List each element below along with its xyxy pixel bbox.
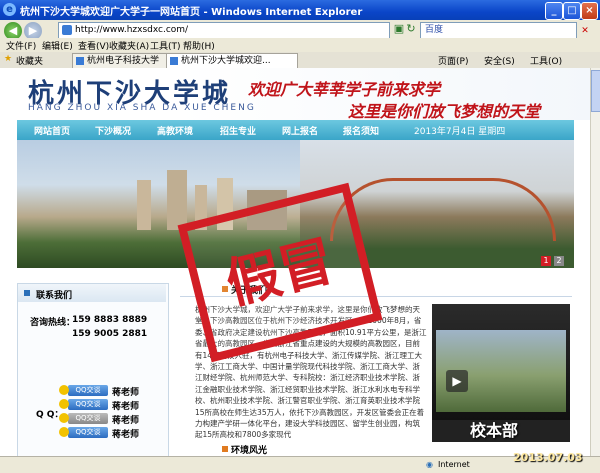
tab-page-icon (76, 57, 84, 65)
slogan-line-2: 这里是你们放飞梦想的天堂 (348, 102, 541, 121)
teacher-name: 蒋老师 (112, 430, 140, 440)
nav-notice[interactable]: 报名须知 (343, 124, 379, 137)
search-placeholder: 百度 (425, 25, 444, 35)
slide-page-1[interactable]: 1 (541, 256, 551, 266)
qq-badge-label: QQ交谈 (75, 386, 101, 394)
vertical-scrollbar[interactable] (590, 68, 600, 456)
favorites-star-icon: ★ (4, 54, 13, 64)
menu-bar: 文件(F) 编辑(E) 查看(V) 收藏夹(A) 工具(T) 帮助(H) (0, 38, 600, 52)
page-icon (62, 25, 72, 35)
search-input[interactable]: 百度 (420, 22, 577, 39)
qq-chat-button[interactable]: QQ交谈 (59, 399, 108, 410)
nav-overview[interactable]: 下沙概况 (95, 124, 131, 137)
menu-help[interactable]: 帮助(H) (183, 39, 215, 52)
ie-logo-icon: e (3, 3, 16, 16)
qq-badge-label: QQ交谈 (75, 428, 101, 436)
tab-current[interactable]: 杭州下沙大学城欢迎... (166, 53, 298, 68)
menu-view[interactable]: 查看(V) (78, 39, 109, 52)
menu-edit[interactable]: 编辑(E) (42, 39, 73, 52)
qq-badge-label: QQ交谈 (75, 414, 101, 422)
building (167, 170, 187, 230)
tab-label: 杭州下沙大学城欢迎... (181, 56, 271, 66)
menu-file[interactable]: 文件(F) (6, 39, 36, 52)
favorites-bar: ★ 收藏夹 杭州电子科技大学 杭州下沙大学城欢迎... 页面(P) 安全(S) … (0, 52, 600, 69)
play-icon[interactable]: ▶ (446, 370, 468, 392)
stop-icon[interactable]: ✕ (578, 24, 592, 38)
slide-page-2[interactable]: 2 (554, 256, 564, 266)
teacher-name: 蒋老师 (112, 402, 140, 412)
minimize-button[interactable]: _ (545, 2, 563, 20)
url-text: http://www.hzxsdxc.com/ (75, 25, 189, 35)
address-bar[interactable]: http://www.hzxsdxc.com/ (58, 22, 390, 39)
nav-date: 2013年7月4日 星期四 (414, 127, 506, 137)
qq-penguin-icon (59, 385, 69, 395)
page-menu[interactable]: 页面(P) (438, 54, 468, 67)
refresh-icon[interactable]: ↻ (404, 22, 418, 36)
menu-tools[interactable]: 工具(T) (150, 39, 181, 52)
window-title: 杭州下沙大学城欢迎广大学子一网站首页 - Windows Internet Ex… (20, 7, 363, 18)
scrollbar-thumb[interactable] (591, 70, 600, 112)
bullet-icon (24, 290, 30, 296)
campus-label: 校本部 (470, 421, 519, 440)
qq-chat-button[interactable]: QQ交谈 (59, 427, 108, 438)
phone-1: 159 8883 8889 (72, 315, 148, 325)
tools-menu[interactable]: 工具(O) (530, 54, 562, 67)
title-bar: e 杭州下沙大学城欢迎广大学子一网站首页 - Windows Internet … (0, 0, 600, 20)
globe-icon: ◉ (426, 460, 433, 469)
tab-page-icon (170, 57, 178, 65)
teacher-name: 蒋老师 (112, 388, 140, 398)
campus-arch (330, 178, 556, 241)
hotline-label: 咨询热线： (30, 318, 76, 328)
status-bar: ◉ Internet (0, 456, 600, 473)
nav-apply[interactable]: 网上报名 (282, 124, 318, 137)
maximize-button[interactable]: □ (563, 2, 581, 20)
qq-penguin-icon (59, 399, 69, 409)
bullet-icon (222, 446, 228, 452)
favorites-button[interactable]: 收藏夹 (16, 54, 43, 67)
qq-penguin-icon (59, 427, 69, 437)
qq-chat-button[interactable]: QQ交谈 (59, 385, 108, 396)
nav-environment[interactable]: 高教环境 (157, 124, 193, 137)
qq-badge-label: QQ交谈 (75, 400, 101, 408)
tab-hdu[interactable]: 杭州电子科技大学 (72, 53, 180, 68)
tab-label: 杭州电子科技大学 (87, 56, 160, 66)
menu-favorites[interactable]: 收藏夹(A) (109, 39, 149, 52)
contact-title: 联系我们 (36, 291, 73, 301)
safety-menu[interactable]: 安全(S) (484, 54, 515, 67)
teacher-name: 蒋老师 (112, 416, 140, 426)
zone-label: Internet (438, 460, 470, 469)
photo-date-overlay: 2013.07.03 (513, 451, 583, 464)
phone-2: 159 9005 2881 (72, 329, 148, 339)
site-logo-pinyin: HANG ZHOU XIA SHA DA XUE CHENG (28, 103, 256, 113)
slogan-line-1: 欢迎广大莘莘学子前来求学 (248, 80, 441, 99)
qq-chat-button[interactable]: QQ交谈 (59, 413, 108, 424)
contact-header: 联系我们 (18, 284, 166, 302)
nav-majors[interactable]: 招生专业 (220, 124, 256, 137)
qq-penguin-icon (59, 413, 69, 423)
building (137, 180, 151, 230)
close-button[interactable]: × (581, 2, 598, 20)
nav-home[interactable]: 网站首页 (34, 124, 70, 137)
scenery-title[interactable]: 环境风光 (231, 443, 267, 456)
site-nav: 网站首页 下沙概况 高教环境 招生专业 网上报名 报名须知 2013年7月4日 … (17, 120, 574, 140)
